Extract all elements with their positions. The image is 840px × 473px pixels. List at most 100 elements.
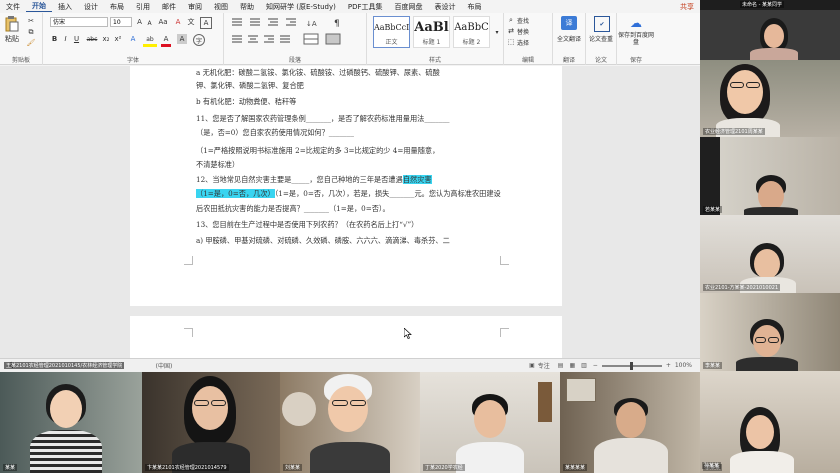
find-button[interactable]: 查找 bbox=[517, 16, 541, 25]
document-page[interactable]: a 无机化肥：碳酸二氢铵、氯化铵、硫酸铵、过磷酸钙、硫酸钾、尿素、硫酸 钾、氯化… bbox=[130, 66, 562, 306]
font-color-button[interactable]: A bbox=[161, 34, 171, 47]
document-page-2[interactable] bbox=[130, 316, 562, 358]
participant-face bbox=[328, 386, 368, 432]
replace-button[interactable]: 替换 bbox=[517, 27, 541, 36]
video-tile[interactable]: 李某某 bbox=[700, 293, 840, 371]
char-border-button[interactable]: A bbox=[200, 17, 212, 29]
language-status[interactable]: (中国) bbox=[156, 361, 173, 370]
share-button[interactable]: 共享 bbox=[674, 2, 700, 12]
style-normal[interactable]: AaBbCcI 正文 bbox=[373, 16, 410, 48]
web-layout-icon[interactable]: ▥ bbox=[581, 362, 587, 369]
glasses-icon bbox=[194, 400, 209, 406]
full-text-translate-button[interactable]: 全文翻译 bbox=[554, 32, 584, 46]
tab-table-layout[interactable]: 布局 bbox=[462, 2, 488, 12]
focus-mode-icon[interactable]: ▣ bbox=[529, 362, 535, 369]
baidu-cloud-icon[interactable]: ☁ bbox=[628, 16, 644, 30]
tab-table-design[interactable]: 表设计 bbox=[429, 2, 462, 12]
margin-mark bbox=[184, 328, 193, 337]
video-tile[interactable]: 若某某 bbox=[700, 137, 840, 215]
font-group: 仿宋 10 A A Aa A 文 A B I U abc x₂ x² A ab … bbox=[43, 13, 224, 65]
doc-line: （1=严格按照说明书标准施用 2=比规定的多 3=比规定的少 4=用量随意， bbox=[196, 146, 440, 155]
tab-estudy[interactable]: 知网研学 (原E-Study) bbox=[260, 2, 342, 12]
select-icon[interactable]: ⬚ bbox=[507, 38, 515, 46]
font-name-field[interactable]: 仿宋 bbox=[50, 17, 108, 27]
bold-button[interactable]: B bbox=[50, 34, 59, 44]
enclose-char-button[interactable]: 字 bbox=[193, 34, 205, 46]
tab-mailings[interactable]: 邮件 bbox=[156, 2, 182, 12]
tab-layout[interactable]: 布局 bbox=[104, 2, 130, 12]
document-canvas[interactable]: a 无机化肥：碳酸二氢铵、氯化铵、硫酸铵、过磷酸钙、硫酸钾、尿素、硫酸 钾、氯化… bbox=[0, 66, 700, 358]
video-tile[interactable]: 刘某某 bbox=[280, 372, 420, 473]
style-heading-2[interactable]: AaBbC 标题 2 bbox=[453, 16, 490, 48]
replace-icon[interactable]: ⇄ bbox=[507, 27, 515, 35]
focus-mode-button[interactable]: 专注 bbox=[538, 361, 550, 370]
video-tile[interactable]: 未命名 - 某某同学 bbox=[700, 0, 840, 60]
text-effects-button[interactable]: A bbox=[127, 34, 139, 44]
strikethrough-button[interactable]: abc bbox=[85, 34, 99, 44]
translate-icon[interactable]: 译 bbox=[561, 16, 577, 30]
paragraph-tools-icon[interactable]: ¶ ↓A bbox=[230, 16, 358, 48]
tab-design[interactable]: 设计 bbox=[78, 2, 104, 12]
video-tile[interactable]: 农业2101-方某某-2021010021 bbox=[700, 215, 840, 293]
zoom-out-icon[interactable]: − bbox=[593, 362, 598, 369]
copy-icon[interactable]: ⧉ bbox=[26, 28, 36, 36]
tab-help[interactable]: 帮助 bbox=[234, 2, 260, 12]
tab-insert[interactable]: 插入 bbox=[52, 2, 78, 12]
cut-icon[interactable]: ✂ bbox=[26, 17, 36, 25]
find-icon[interactable]: ⌕ bbox=[507, 16, 515, 24]
tab-pdf-tools[interactable]: PDF工具集 bbox=[342, 2, 389, 12]
doc-line: 钾、氯化钾、磷酸二氢钾、复合肥 bbox=[196, 81, 304, 90]
video-tile[interactable]: 某某某某 bbox=[560, 372, 700, 473]
zoom-slider-thumb[interactable] bbox=[629, 361, 633, 370]
save-to-baidu-button[interactable]: 保存到百度网盘 bbox=[618, 32, 654, 46]
tab-home[interactable]: 开始 bbox=[26, 1, 52, 12]
zoom-slider[interactable] bbox=[601, 361, 662, 370]
subscript-button[interactable]: x₂ bbox=[101, 34, 111, 44]
styles-more-icon[interactable]: ▾ bbox=[493, 19, 501, 45]
video-tile[interactable]: 丁某2020学农经 bbox=[420, 372, 560, 473]
paragraph-group-label: 段落 bbox=[288, 57, 301, 64]
font-size-field[interactable]: 10 bbox=[110, 17, 132, 27]
participant-body bbox=[736, 357, 798, 371]
grow-font-button[interactable]: A bbox=[135, 17, 144, 27]
video-tile[interactable]: 李某某 bbox=[700, 371, 840, 473]
tab-baidu-netdisk[interactable]: 百度网盘 bbox=[389, 2, 429, 12]
clear-format-button[interactable]: A bbox=[173, 17, 183, 27]
video-tile[interactable]: 某某 bbox=[0, 372, 142, 473]
video-tile[interactable]: 农业经济管理2101周某某 bbox=[700, 60, 840, 137]
highlighted-text: 自然灾害 bbox=[402, 175, 432, 184]
select-button[interactable]: 选择 bbox=[517, 38, 541, 47]
tab-references[interactable]: 引用 bbox=[130, 2, 156, 12]
superscript-button[interactable]: x² bbox=[113, 34, 123, 44]
paper-group-label: 论文 bbox=[594, 57, 607, 64]
phonetic-guide-button[interactable]: 文 bbox=[186, 17, 196, 27]
paper-check-button[interactable]: 论文查重 bbox=[587, 32, 615, 46]
change-case-button[interactable]: Aa bbox=[157, 17, 169, 27]
margin-mark bbox=[500, 256, 509, 265]
shrink-font-button[interactable]: A bbox=[145, 18, 154, 28]
print-layout-icon[interactable]: ▦ bbox=[569, 362, 575, 369]
participant-name: 农业2101-方某某-2021010021 bbox=[703, 284, 781, 291]
editing-group: ⌕ 查找 ⇄ 替换 ⬚ 选择 编辑 bbox=[504, 13, 553, 65]
tab-file[interactable]: 文件 bbox=[0, 2, 26, 12]
participant-name: 若某某 bbox=[703, 206, 723, 213]
paste-icon[interactable] bbox=[4, 16, 20, 32]
underline-button[interactable]: U bbox=[72, 34, 81, 44]
format-painter-icon[interactable]: 🖌 bbox=[26, 39, 36, 47]
style-heading-1[interactable]: AaBl 标题 1 bbox=[413, 16, 450, 48]
zoom-in-icon[interactable]: + bbox=[666, 362, 671, 369]
zoom-level[interactable]: 100% bbox=[675, 362, 692, 369]
tab-review[interactable]: 审阅 bbox=[182, 2, 208, 12]
doc-line: （是，否=0）您自家农药使用情况如何？_______ bbox=[196, 128, 354, 137]
highlight-button[interactable]: ab bbox=[143, 34, 157, 47]
read-mode-icon[interactable]: ▤ bbox=[558, 362, 564, 369]
doc-line: 不清楚标准） bbox=[196, 160, 240, 169]
glasses-icon bbox=[211, 400, 226, 406]
tab-view[interactable]: 视图 bbox=[208, 2, 234, 12]
video-tile[interactable]: 卞某某2101农经管理2021014579 bbox=[142, 372, 280, 473]
styles-group: AaBbCcI 正文 AaBl 标题 1 AaBbC 标题 2 ▾ 样式 bbox=[367, 13, 504, 65]
paper-check-icon[interactable]: ✔ bbox=[594, 16, 610, 32]
char-shading-button[interactable]: A bbox=[177, 34, 187, 44]
italic-button[interactable]: I bbox=[61, 34, 70, 44]
translate-group-label: 翻译 bbox=[562, 57, 575, 64]
